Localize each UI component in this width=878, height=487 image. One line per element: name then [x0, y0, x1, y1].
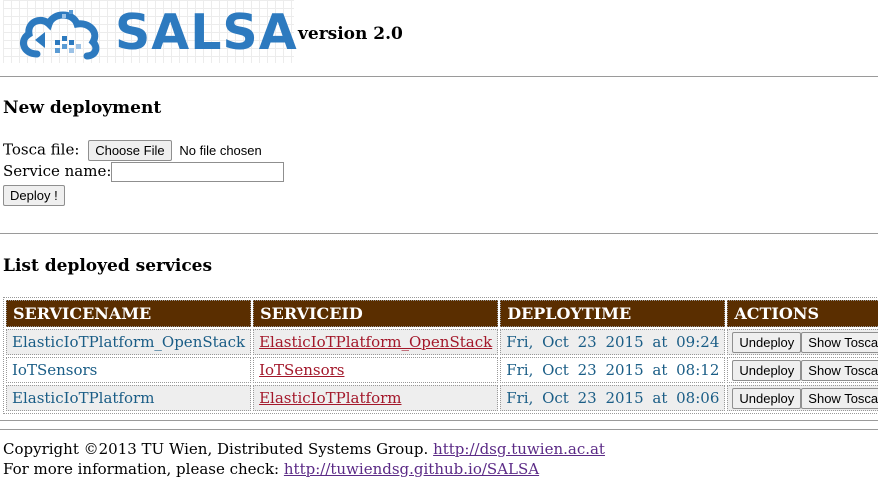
- tosca-file-label: Tosca file:: [3, 140, 80, 159]
- undeploy-button[interactable]: Undeploy: [732, 387, 802, 409]
- column-header: DEPLOYTIME: [500, 300, 726, 327]
- table-row: IoTSensors IoTSensors Fri, Oct 23 2015 a…: [6, 357, 878, 383]
- salsa-github-link[interactable]: http://tuwiendsg.github.io/SALSA: [284, 460, 539, 478]
- column-header: SERVICEID: [253, 300, 499, 327]
- service-id-link[interactable]: IoTSensors: [253, 357, 499, 383]
- services-table: SERVICENAME SERVICEID DEPLOYTIME ACTIONS…: [3, 297, 878, 414]
- service-name-row: Service name:: [3, 162, 285, 182]
- deploy-time-cell: Fri, Oct 23 2015 at 08:12: [500, 357, 726, 383]
- table-row: ElasticIoTPlatform ElasticIoTPlatform Fr…: [6, 385, 878, 411]
- dsg-link[interactable]: http://dsg.tuwien.ac.at: [433, 440, 605, 458]
- deploy-time-cell: Fri, Oct 23 2015 at 08:06: [500, 385, 726, 411]
- service-name-label: Service name:: [3, 162, 112, 180]
- column-header: ACTIONS: [727, 300, 878, 327]
- choose-file-button[interactable]: Choose File: [88, 140, 172, 161]
- version-label: version 2.0: [298, 24, 403, 44]
- service-name-cell: ElasticIoTPlatform_OpenStack: [6, 329, 252, 355]
- service-id-link[interactable]: ElasticIoTPlatform_OpenStack: [253, 329, 499, 355]
- table-header-row: SERVICENAME SERVICEID DEPLOYTIME ACTIONS: [6, 300, 878, 327]
- service-id-link[interactable]: ElasticIoTPlatform: [253, 385, 499, 411]
- info-line: For more information, please check: http…: [3, 460, 539, 478]
- undeploy-button[interactable]: Undeploy: [732, 331, 802, 353]
- divider: [0, 76, 878, 77]
- undeploy-button[interactable]: Undeploy: [732, 359, 802, 381]
- actions-cell: Undeploy Show Tosca: [727, 329, 878, 355]
- service-name-input[interactable]: [111, 162, 285, 182]
- tosca-file-row: Tosca file: Choose File No file chosen: [3, 140, 262, 161]
- actions-cell: Undeploy Show Tosca: [727, 385, 878, 411]
- divider: [0, 233, 878, 234]
- divider: [0, 429, 878, 430]
- show-tosca-button[interactable]: Show Tosca: [801, 387, 878, 409]
- copyright-text: Copyright ©2013 TU Wien, Distributed Sys…: [3, 440, 429, 458]
- salsa-logo: SALSA: [3, 0, 297, 63]
- service-name-cell: ElasticIoTPlatform: [6, 385, 252, 411]
- deployed-services-heading: List deployed services: [3, 256, 213, 276]
- deploy-button[interactable]: Deploy !: [3, 185, 65, 206]
- cloud-logo-icon: [19, 10, 100, 60]
- deploy-time-cell: Fri, Oct 23 2015 at 09:24: [500, 329, 726, 355]
- no-file-text: No file chosen: [179, 143, 262, 158]
- service-name-cell: IoTSensors: [6, 357, 252, 383]
- logo-text: SALSA: [115, 4, 298, 61]
- actions-cell: Undeploy Show Tosca: [727, 357, 878, 383]
- show-tosca-button[interactable]: Show Tosca: [801, 359, 878, 381]
- copyright-line: Copyright ©2013 TU Wien, Distributed Sys…: [3, 440, 605, 458]
- page-header: SALSA version 2.0: [0, 0, 878, 70]
- show-tosca-button[interactable]: Show Tosca: [801, 331, 878, 353]
- info-text: For more information, please check:: [3, 460, 280, 478]
- new-deployment-heading: New deployment: [3, 98, 162, 118]
- deploy-row: Deploy !: [3, 185, 65, 206]
- column-header: SERVICENAME: [6, 300, 252, 327]
- divider: [0, 420, 878, 421]
- table-row: ElasticIoTPlatform_OpenStack ElasticIoTP…: [6, 329, 878, 355]
